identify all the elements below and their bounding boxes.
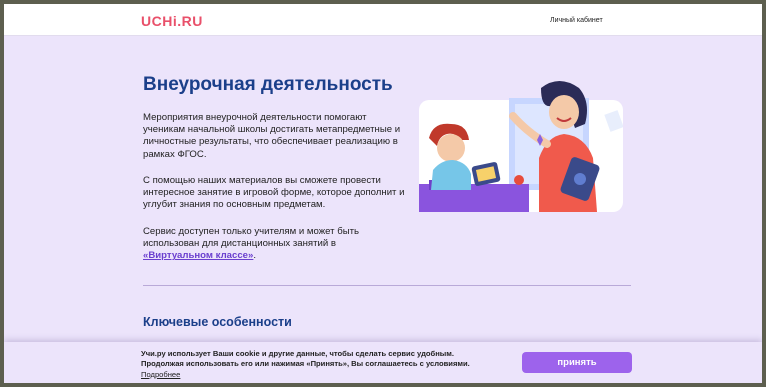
cookie-more-link[interactable]: Подробнее bbox=[141, 370, 180, 379]
cookie-banner: Учи.ру использует Ваши cookie и другие д… bbox=[4, 342, 762, 383]
intro-paragraph-1: Мероприятия внеурочной деятельности помо… bbox=[143, 112, 401, 160]
page-window: UCHi.RU Личный кабинет Внеурочная деятел… bbox=[4, 4, 762, 383]
virtual-class-link[interactable]: «Виртуальном классе» bbox=[143, 250, 253, 261]
personal-cabinet-link[interactable]: Личный кабинет bbox=[550, 17, 603, 24]
section-divider bbox=[143, 285, 631, 286]
key-features-heading: Ключевые особенности bbox=[143, 315, 292, 329]
cookie-notice: Учи.ру использует Ваши cookie и другие д… bbox=[141, 349, 471, 380]
intro-paragraph-3: Сервис доступен только учителям и может … bbox=[143, 226, 408, 263]
apple-icon bbox=[514, 175, 524, 185]
boy-face-icon bbox=[437, 134, 465, 162]
site-header: UCHi.RU Личный кабинет bbox=[4, 4, 762, 36]
cookie-text: Учи.ру использует Ваши cookie и другие д… bbox=[141, 349, 470, 369]
teacher-face-icon bbox=[549, 95, 579, 129]
page-title: Внеурочная деятельность bbox=[143, 74, 393, 95]
intro-paragraph-2: С помощью наших материалов вы сможете пр… bbox=[143, 175, 405, 211]
paragraph-3-text: Сервис доступен только учителям и может … bbox=[143, 226, 359, 250]
teacher-student-illustration bbox=[419, 81, 623, 212]
paragraph-3-end: . bbox=[253, 250, 257, 262]
accept-cookies-button[interactable]: принять bbox=[522, 352, 632, 373]
uchi-ru-logo[interactable]: UCHi.RU bbox=[141, 13, 203, 29]
